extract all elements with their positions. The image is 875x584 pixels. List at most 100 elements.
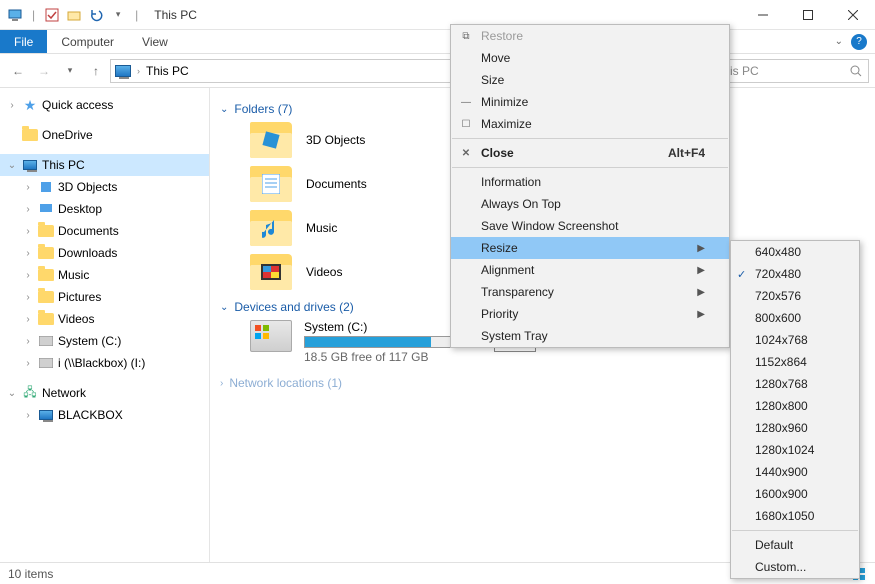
chevron-right-icon[interactable]: › xyxy=(6,100,18,111)
folder-name: 3D Objects xyxy=(306,133,365,147)
resize-default[interactable]: Default xyxy=(731,534,859,556)
menu-label: Maximize xyxy=(481,117,532,131)
sidebar-item[interactable]: ›i (\\Blackbox) (I:) xyxy=(0,352,209,374)
resize-option[interactable]: 1440x900 xyxy=(731,461,859,483)
menu-transparency[interactable]: Transparency▶ xyxy=(451,281,729,303)
chevron-down-icon[interactable]: ⌄ xyxy=(220,302,228,313)
chevron-right-icon[interactable]: › xyxy=(22,410,34,421)
resize-option[interactable]: ✓720x480 xyxy=(731,263,859,285)
qat-dropdown-icon[interactable]: ▾ xyxy=(109,6,127,24)
menu-system-tray[interactable]: System Tray xyxy=(451,325,729,347)
chevron-down-icon[interactable]: ⌄ xyxy=(6,388,18,399)
chevron-down-icon[interactable]: ⌄ xyxy=(220,104,228,115)
search-input[interactable]: This PC xyxy=(709,59,869,83)
menu-move[interactable]: Move xyxy=(451,47,729,69)
undo-icon[interactable] xyxy=(87,6,105,24)
sidebar-item[interactable]: ›Downloads xyxy=(0,242,209,264)
menu-label: Resize xyxy=(481,241,518,255)
menu-label: Move xyxy=(481,51,510,65)
resize-option[interactable]: 1024x768 xyxy=(731,329,859,351)
properties-icon[interactable] xyxy=(43,6,61,24)
chevron-right-icon[interactable]: › xyxy=(22,336,34,347)
chevron-right-icon[interactable]: › xyxy=(22,314,34,325)
chevron-right-icon[interactable]: › xyxy=(22,270,34,281)
sidebar-network[interactable]: ⌄🖧Network xyxy=(0,382,209,404)
close-icon: ✕ xyxy=(459,148,473,159)
chevron-right-icon[interactable]: › xyxy=(220,378,223,389)
resize-custom[interactable]: Custom... xyxy=(731,556,859,578)
menu-label: Transparency xyxy=(481,285,554,299)
sidebar-item[interactable]: › System (C:) xyxy=(0,330,209,352)
recent-dropdown-icon[interactable]: ▾ xyxy=(58,59,82,83)
maximize-button[interactable] xyxy=(785,0,830,30)
sidebar-network-item[interactable]: ›BLACKBOX xyxy=(0,404,209,426)
chevron-right-icon[interactable]: › xyxy=(22,292,34,303)
menu-maximize[interactable]: ☐ Maximize xyxy=(451,113,729,135)
menu-label: 720x480 xyxy=(755,267,801,281)
menu-separator xyxy=(452,167,728,168)
item-icon xyxy=(38,223,54,239)
sidebar-label: This PC xyxy=(42,158,85,172)
sidebar-item[interactable]: ›Desktop xyxy=(0,198,209,220)
menu-label: 720x576 xyxy=(755,289,801,303)
chevron-right-icon[interactable]: › xyxy=(22,358,34,369)
chevron-right-icon[interactable]: › xyxy=(22,248,34,259)
section-label: Network locations (1) xyxy=(229,376,342,390)
maximize-icon: ☐ xyxy=(459,119,473,130)
window-title: This PC xyxy=(154,8,197,22)
sidebar-label: System (C:) xyxy=(58,334,121,348)
sidebar-item[interactable]: ›3D Objects xyxy=(0,176,209,198)
breadcrumb-location[interactable]: This PC xyxy=(146,64,189,78)
resize-option[interactable]: 1280x1024 xyxy=(731,439,859,461)
menu-resize[interactable]: Resize▶ xyxy=(451,237,729,259)
sidebar-item[interactable]: › Music xyxy=(0,264,209,286)
menu-save-screenshot[interactable]: Save Window Screenshot xyxy=(451,215,729,237)
menu-alignment[interactable]: Alignment▶ xyxy=(451,259,729,281)
close-button[interactable] xyxy=(830,0,875,30)
folder-icon xyxy=(250,254,292,290)
menu-label: Always On Top xyxy=(481,197,561,211)
sidebar-item[interactable]: ›Videos xyxy=(0,308,209,330)
menu-size[interactable]: Size xyxy=(451,69,729,91)
tab-computer[interactable]: Computer xyxy=(47,30,128,53)
resize-option[interactable]: 1280x768 xyxy=(731,373,859,395)
back-button[interactable]: ← xyxy=(6,59,30,83)
new-folder-icon[interactable] xyxy=(65,6,83,24)
sidebar-onedrive[interactable]: OneDrive xyxy=(0,124,209,146)
resize-option[interactable]: 1600x900 xyxy=(731,483,859,505)
chevron-right-icon[interactable]: › xyxy=(22,226,34,237)
drive-system-c[interactable]: System (C:) 18.5 GB free of 117 GB xyxy=(250,320,454,364)
menu-information[interactable]: Information xyxy=(451,171,729,193)
tab-view[interactable]: View xyxy=(128,30,182,53)
chevron-right-icon[interactable]: › xyxy=(22,182,34,193)
menu-minimize[interactable]: —Minimize xyxy=(451,91,729,113)
resize-option[interactable]: 1280x960 xyxy=(731,417,859,439)
menu-always-on-top[interactable]: Always On Top xyxy=(451,193,729,215)
forward-button[interactable]: → xyxy=(32,59,56,83)
resize-option[interactable]: 1680x1050 xyxy=(731,505,859,527)
minimize-button[interactable] xyxy=(740,0,785,30)
sidebar-item[interactable]: ›Documents xyxy=(0,220,209,242)
breadcrumb-chevron-icon[interactable]: › xyxy=(137,66,140,76)
resize-option[interactable]: 800x600 xyxy=(731,307,859,329)
resize-option[interactable]: 720x576 xyxy=(731,285,859,307)
computer-icon xyxy=(38,407,54,423)
chevron-right-icon[interactable]: › xyxy=(22,204,34,215)
menu-close[interactable]: ✕CloseAlt+F4 xyxy=(451,142,729,164)
up-button[interactable]: ↑ xyxy=(84,59,108,83)
menu-priority[interactable]: Priority▶ xyxy=(451,303,729,325)
sidebar-item[interactable]: ›Pictures xyxy=(0,286,209,308)
menu-label: 1680x1050 xyxy=(755,509,814,523)
resize-option[interactable]: 1152x864 xyxy=(731,351,859,373)
help-icon[interactable]: ? xyxy=(851,34,867,50)
sidebar-label: Music xyxy=(58,268,89,282)
chevron-down-icon[interactable]: ⌄ xyxy=(6,160,18,171)
ribbon-expand-icon[interactable]: ⌄ xyxy=(835,36,843,47)
sidebar-quick-access[interactable]: ›★Quick access xyxy=(0,94,209,116)
ribbon: File Computer View ⌄ ? xyxy=(0,30,875,54)
sidebar-this-pc[interactable]: ⌄ This PC xyxy=(0,154,209,176)
tab-file[interactable]: File xyxy=(0,30,47,53)
resize-option[interactable]: 640x480 xyxy=(731,241,859,263)
sidebar: ›★Quick access OneDrive ⌄ This PC ›3D Obj… xyxy=(0,88,210,562)
resize-option[interactable]: 1280x800 xyxy=(731,395,859,417)
